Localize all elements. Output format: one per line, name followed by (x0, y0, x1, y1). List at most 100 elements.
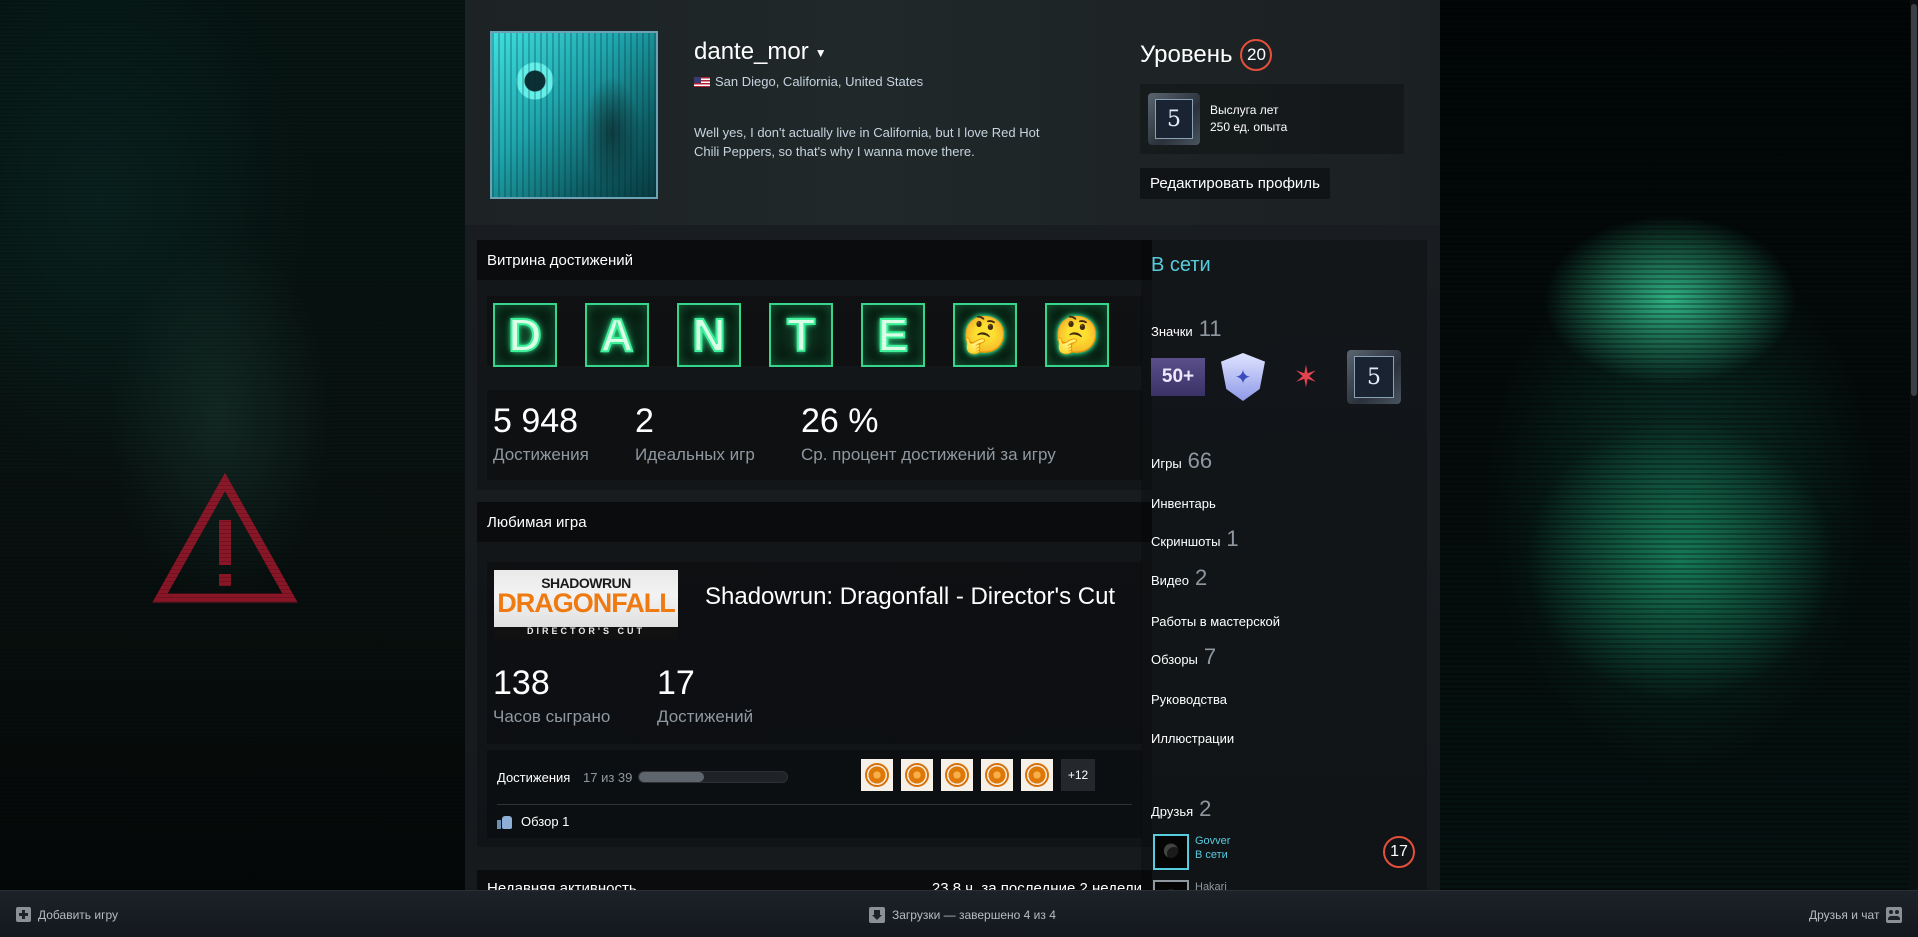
more-achievements-button[interactable]: +12 (1061, 759, 1095, 791)
achievement-icon[interactable] (941, 759, 973, 791)
downloads-button[interactable]: Загрузки — завершено 4 из 4 (869, 907, 1056, 923)
sidebar-item-workshop[interactable]: Работы в мастерской (1151, 614, 1280, 629)
showcase-title: Витрина достижений (487, 251, 634, 269)
achievement-tile[interactable]: 🤔 (1045, 303, 1109, 367)
shield-badge-icon[interactable]: ✦ (1221, 353, 1265, 401)
achievement-icons: +12 (861, 759, 1095, 791)
friend-item[interactable]: Govver В сети 17 (1153, 834, 1423, 870)
sidebar-item-label: Иллюстрации (1151, 731, 1235, 746)
game-achievements[interactable]: 17 Достижений (657, 664, 753, 727)
favorite-badge[interactable]: 5 Выслуга лет 250 ед. опыта (1140, 84, 1404, 154)
game-achievement-progress: Достижения 17 из 39 +12 Обзор 1 (487, 750, 1142, 838)
achievement-stats: 5 948 Достижения 2 Идеальных игр 26 % Ср… (487, 390, 1142, 480)
page-scrollbar[interactable] (1910, 0, 1918, 890)
add-game-button[interactable]: Добавить игру (16, 907, 118, 922)
sidebar-item-artwork[interactable]: Иллюстрации (1151, 731, 1234, 746)
red-event-badge-icon[interactable]: ✶ (1281, 357, 1331, 397)
level-label: Уровень (1140, 41, 1233, 68)
game-name-link[interactable]: Shadowrun: Dragonfall - Director's Cut (705, 582, 1125, 611)
divider (497, 804, 1132, 805)
showcase-header: Любимая игра (477, 502, 1152, 542)
stat-value: 26 % (801, 402, 879, 440)
achievement-icon[interactable] (861, 759, 893, 791)
sidebar-item-label: Скриншоты (1151, 534, 1221, 549)
stat-value: 138 (493, 664, 550, 702)
friends-chat-button[interactable]: Друзья и чат (1809, 907, 1903, 923)
sidebar-item-screenshots[interactable]: Скриншоты 1 (1151, 526, 1239, 552)
friend-name[interactable]: Govver (1195, 834, 1230, 848)
sidebar-item-count: 2 (1199, 796, 1212, 821)
profile-sidebar: В сети Значки 11 50+ ✦ ✶ 5 Игры 66 Инвен… (1141, 240, 1427, 890)
steam-bottom-bar: Добавить игру Загрузки — завершено 4 из … (0, 890, 1918, 937)
achievement-icon[interactable] (981, 759, 1013, 791)
favorite-game-showcase: Любимая игра SHADOWRUN DRAGONFALL DIRECT… (477, 502, 1152, 847)
review-label: Обзор 1 (521, 814, 570, 829)
stat-perfect-games[interactable]: 2 Идеальных игр (635, 390, 755, 465)
stat-label: Достижений (657, 707, 754, 726)
friend-info: Hakari (1195, 880, 1227, 890)
sidebar-item-reviews[interactable]: Обзоры 7 (1151, 644, 1216, 670)
profile-summary: Well yes, I don't actually live in Calif… (694, 125, 1040, 159)
sidebar-item-inventory[interactable]: Инвентарь (1151, 496, 1216, 511)
sidebar-item-label: Работы в мастерской (1151, 614, 1281, 629)
thumbs-up-icon (497, 815, 513, 829)
sidebar-item-count: 7 (1203, 644, 1217, 669)
friends-icon (1886, 907, 1903, 923)
chevron-down-icon[interactable]: ▼ (815, 46, 827, 60)
recent-activity-hours: 23,8 ч. за последние 2 недели (931, 880, 1142, 890)
capsule-line3: DIRECTOR'S CUT (527, 626, 645, 636)
sidebar-item-guides[interactable]: Руководства (1151, 692, 1227, 707)
edit-profile-button[interactable]: Редактировать профиль (1140, 168, 1330, 199)
profile-location: San Diego, California, United States (694, 74, 923, 89)
sidebar-item-label: Значки (1151, 324, 1193, 339)
profile-avatar[interactable] (490, 31, 658, 199)
achievements-link[interactable]: Достижения (497, 770, 570, 785)
friend-name[interactable]: Hakari (1195, 880, 1227, 890)
years-badge-number: 5 (1155, 99, 1193, 139)
years-badge-xp: 250 ед. опыта (1210, 120, 1288, 134)
plus-icon (16, 907, 31, 922)
capsule-line2: DRAGONFALL (497, 588, 675, 618)
years-of-service-badge-icon[interactable]: 5 (1347, 350, 1401, 404)
review-link[interactable]: Обзор 1 (497, 814, 569, 829)
achievement-tile[interactable]: T (769, 303, 833, 367)
achievement-progress-bar (638, 771, 788, 783)
achievement-tile[interactable]: N (677, 303, 741, 367)
achievement-icon[interactable] (901, 759, 933, 791)
stat-value: 5 948 (493, 402, 579, 440)
sidebar-item-games[interactable]: Игры 66 (1151, 448, 1212, 474)
stat-label: Ср. процент достижений за игру (801, 445, 1056, 464)
sidebar-item-label: Обзоры (1151, 652, 1198, 667)
sidebar-item-label: Инвентарь (1151, 496, 1216, 511)
achievement-tile[interactable]: A (585, 303, 649, 367)
friend-avatar[interactable] (1153, 834, 1189, 870)
scrollbar-thumb[interactable] (1911, 4, 1917, 396)
online-status: В сети (1151, 254, 1211, 276)
sidebar-item-videos[interactable]: Видео 2 (1151, 565, 1207, 591)
persona-name[interactable]: dante_mor ▼ (694, 38, 827, 66)
add-game-label: Добавить игру (38, 907, 118, 922)
sidebar-item-badges[interactable]: Значки 11 (1151, 316, 1222, 342)
friend-item[interactable]: Hakari (1153, 880, 1423, 890)
achievement-icon[interactable] (1021, 759, 1053, 791)
years-badge-title: Выслуга лет (1210, 103, 1279, 117)
achievement-tile[interactable]: D (493, 303, 557, 367)
achievement-tiles: D A N T E 🤔 🤔 (487, 296, 1142, 367)
game-capsule-image[interactable]: SHADOWRUN DRAGONFALL DIRECTOR'S CUT (494, 570, 678, 639)
stat-label: Достижения (493, 445, 589, 464)
friend-info: Govver В сети (1195, 834, 1230, 862)
background-right (1440, 0, 1918, 890)
recent-activity-header: Недавняя активность 23,8 ч. за последние… (477, 870, 1152, 890)
recent-activity-title: Недавняя активность (487, 880, 637, 890)
badge-50-games-icon[interactable]: 50+ (1151, 358, 1205, 396)
achievement-tile[interactable]: E (861, 303, 925, 367)
achievement-tile[interactable]: 🤔 (953, 303, 1017, 367)
level-badge[interactable]: 20 (1240, 39, 1273, 71)
friend-avatar[interactable] (1153, 880, 1189, 890)
stat-achievements[interactable]: 5 948 Достижения (493, 390, 589, 465)
sidebar-item-count: 66 (1187, 448, 1213, 473)
sidebar-item-friends[interactable]: Друзья 2 (1151, 796, 1211, 822)
location-text: San Diego, California, United States (715, 74, 924, 89)
stat-label: Часов сыграно (493, 707, 611, 726)
friends-chat-label: Друзья и чат (1809, 908, 1880, 922)
